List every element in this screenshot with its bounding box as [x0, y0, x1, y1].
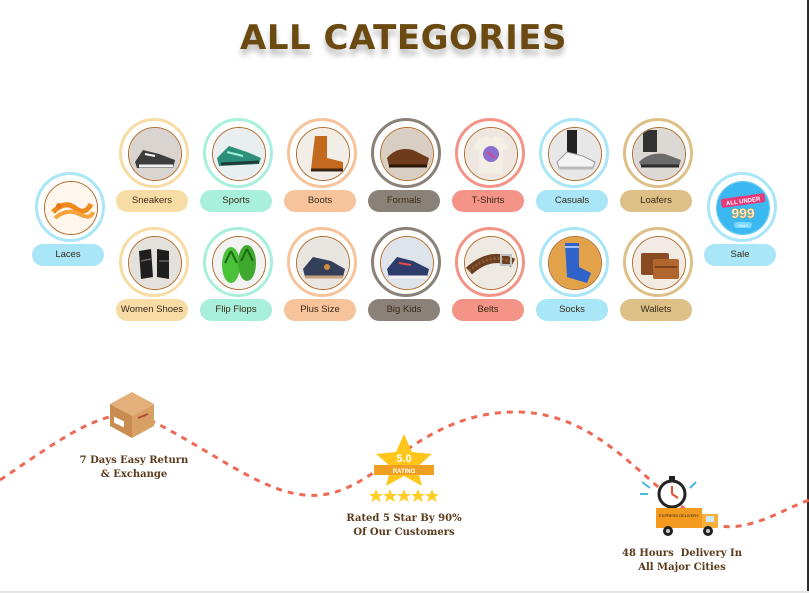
page-title: ALL CATEGORIES [240, 18, 567, 58]
category-label: T-Shirts [452, 190, 524, 212]
rating-line2: Of Our Customers [353, 527, 455, 538]
category-ring [35, 172, 105, 242]
rating-score: 5.0 [396, 453, 411, 465]
tshirt-photo [464, 127, 518, 181]
category-label: Flip Flops [200, 299, 272, 321]
delivery-feature-text: 48 Hours Delivery In All Major Cities [612, 547, 752, 575]
laces-photo [44, 181, 98, 235]
rating-line1: Rated 5 Star By 90% [346, 513, 462, 524]
category-belts[interactable]: Belts [452, 227, 528, 323]
returns-line1: 7 Days Easy Return [79, 455, 189, 466]
category-sale[interactable]: ALL UNDER 999 ONLY Sale [704, 172, 780, 268]
category-formals[interactable]: Formals [368, 118, 444, 214]
category-wallets[interactable]: Wallets [620, 227, 696, 323]
rating-feature-text: Rated 5 Star By 90% Of Our Customers [338, 512, 470, 540]
category-label: Sports [200, 190, 272, 212]
rating-label: RATING [393, 469, 416, 475]
category-ring [203, 227, 273, 297]
category-ring [119, 227, 189, 297]
wallets-photo [632, 236, 686, 290]
category-big-kids[interactable]: Big Kids [368, 227, 444, 323]
women-shoes-photo [128, 236, 182, 290]
formal-shoes-photo [380, 127, 434, 181]
category-plus-size[interactable]: Plus Size [284, 227, 360, 323]
delivery-line2: All Major Cities [638, 562, 726, 573]
belts-photo [464, 236, 518, 290]
category-ring [539, 118, 609, 188]
category-ring [455, 227, 525, 297]
category-ring [371, 227, 441, 297]
returns-line2: & Exchange [100, 469, 168, 480]
category-ring [623, 118, 693, 188]
sneakers-photo [128, 127, 182, 181]
boots-photo [296, 127, 350, 181]
box-icon [104, 386, 160, 442]
category-ring [371, 118, 441, 188]
category-ring [455, 118, 525, 188]
sale-badge: ALL UNDER 999 ONLY [716, 181, 770, 235]
category-casuals[interactable]: Casuals [536, 118, 612, 214]
category-loafers[interactable]: Loafers [620, 118, 696, 214]
category-ring: ALL UNDER 999 ONLY [707, 172, 777, 242]
sale-line2: 999 [731, 205, 755, 221]
category-label: Women Shoes [116, 299, 188, 321]
sports-shoes-photo [212, 127, 266, 181]
category-ring [203, 118, 273, 188]
category-label: Big Kids [368, 299, 440, 321]
category-label: Wallets [620, 299, 692, 321]
category-label: Formals [368, 190, 440, 212]
category-ring [287, 118, 357, 188]
category-label: Laces [32, 244, 104, 266]
category-tshirts[interactable]: T-Shirts [452, 118, 528, 214]
delivery-line1: 48 Hours Delivery In [622, 548, 742, 559]
returns-feature-text: 7 Days Easy Return & Exchange [74, 454, 194, 482]
flip-flops-photo [212, 236, 266, 290]
category-label: Sneakers [116, 190, 188, 212]
loafers-photo [632, 127, 686, 181]
plus-size-photo [296, 236, 350, 290]
category-ring [287, 227, 357, 297]
category-label: Casuals [536, 190, 608, 212]
category-label: Socks [536, 299, 608, 321]
category-sports[interactable]: Sports [200, 118, 276, 214]
socks-photo [548, 236, 602, 290]
casual-shoes-photo [548, 127, 602, 181]
category-label: Plus Size [284, 299, 356, 321]
category-label: Loafers [620, 190, 692, 212]
delivery-truck-icon: EXPRESS DELIVERY [636, 474, 728, 544]
category-women-shoes[interactable]: Women Shoes [116, 227, 192, 323]
category-socks[interactable]: Socks [536, 227, 612, 323]
star-rating-icon: 5.0 RATING [366, 432, 442, 504]
sale-line3: ONLY [738, 223, 749, 228]
truck-label: EXPRESS DELIVERY [659, 513, 699, 518]
category-label: Belts [452, 299, 524, 321]
category-ring [119, 118, 189, 188]
category-flip-flops[interactable]: Flip Flops [200, 227, 276, 323]
category-laces[interactable]: Laces [32, 172, 108, 268]
category-boots[interactable]: Boots [284, 118, 360, 214]
category-sneakers[interactable]: Sneakers [116, 118, 192, 214]
category-ring [539, 227, 609, 297]
kids-shoes-photo [380, 236, 434, 290]
category-label: Boots [284, 190, 356, 212]
category-ring [623, 227, 693, 297]
category-label: Sale [704, 244, 776, 266]
